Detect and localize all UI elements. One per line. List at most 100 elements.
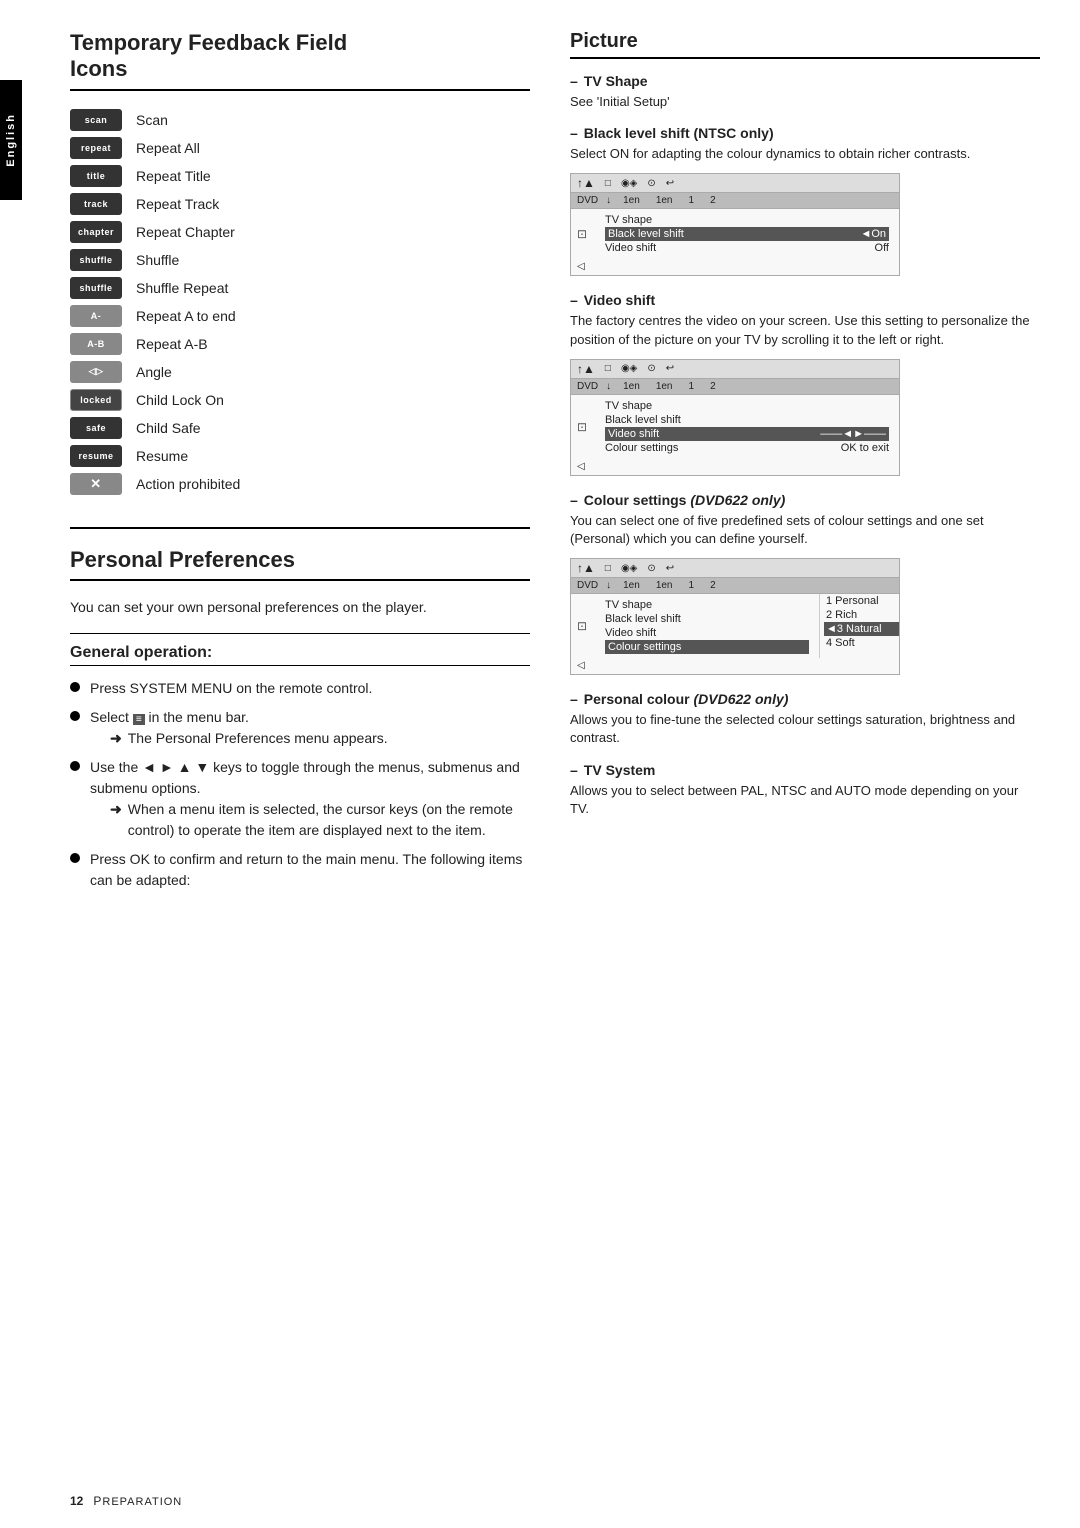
list-item: shuffle Shuffle (70, 249, 530, 271)
arrow-indent: ➜ The Personal Preferences menu appears. (110, 728, 530, 749)
video-shift-text: The factory centres the video on your sc… (570, 312, 1040, 348)
tv-menu-subheader: DVD ↓ 1en 1en 1 2 (571, 379, 899, 395)
tv-menu-item-row: TV shape (605, 213, 889, 227)
bullet-text: Press OK to confirm and return to the ma… (90, 849, 530, 891)
tv-menu-option-row: 1 Personal (824, 594, 899, 608)
bullet-text: Press SYSTEM MENU on the remote control. (90, 678, 530, 699)
sidebar-english-label: English (0, 80, 22, 200)
safe-icon-badge: safe (70, 417, 122, 439)
tv-shape-item: –TV Shape See 'Initial Setup' (570, 73, 1040, 111)
list-item: A- Repeat A to end (70, 305, 530, 327)
shuffle-label: Shuffle (136, 252, 179, 268)
icon-list: scan Scan repeat Repeat All title Repeat… (70, 109, 530, 495)
list-item: repeat Repeat All (70, 137, 530, 159)
tv-menu-row: ⊡ TV shape Black level shift Video shift… (571, 395, 899, 459)
tv-menu-option-row: 2 Rich (824, 608, 899, 622)
repeat-icon-badge: repeat (70, 137, 122, 159)
bullet-item: Use the ◄ ► ▲ ▼ keys to toggle through t… (70, 757, 530, 841)
prohibited-icon-badge: ✕ (70, 473, 122, 495)
list-item: A-B Repeat A-B (70, 333, 530, 355)
tv-menu-footer: ◁ (571, 259, 899, 275)
tv-shape-text: See 'Initial Setup' (570, 93, 1040, 111)
list-item: title Repeat Title (70, 165, 530, 187)
tv-menu-item-row: TV shape (605, 598, 809, 612)
tv-system-heading: –TV System (570, 762, 1040, 778)
tv-menu-item-row-highlighted: Video shift——◄►—— (605, 427, 889, 441)
section-divider (70, 527, 530, 529)
personal-preferences-section: Personal Preferences You can set your ow… (70, 527, 530, 891)
bullet-item: Press SYSTEM MENU on the remote control. (70, 678, 530, 699)
tv-system-item: –TV System Allows you to select between … (570, 762, 1040, 818)
scan-label: Scan (136, 112, 168, 128)
child-safe-label: Child Safe (136, 420, 201, 436)
angle-label: Angle (136, 364, 172, 380)
tv-menu-item-row: Video shift (605, 626, 809, 640)
general-operation-heading: General operation: (70, 644, 530, 666)
list-item: shuffle Shuffle Repeat (70, 277, 530, 299)
tv-menu-item-row: Black level shift (605, 612, 809, 626)
bullet-text: Select ≡ in the menu bar. ➜ The Personal… (90, 707, 530, 749)
bullet-dot (70, 682, 80, 692)
tv-menu-item-row: Black level shift (605, 413, 889, 427)
repeat-all-label: Repeat All (136, 140, 200, 156)
bullet-dot (70, 711, 80, 721)
picture-section: Picture –TV Shape See 'Initial Setup' –B… (570, 30, 1040, 818)
tv-menu-footer: ◁ (571, 459, 899, 475)
section-title-feedback: Temporary Feedback Field Icons (70, 30, 530, 91)
scan-icon-badge: scan (70, 109, 122, 131)
bullet-dot (70, 853, 80, 863)
tv-menu-option-selected: ◄3 Natural (824, 622, 899, 636)
bullet-item: Select ≡ in the menu bar. ➜ The Personal… (70, 707, 530, 749)
repeat-title-label: Repeat Title (136, 168, 211, 184)
repeat-chapter-label: Repeat Chapter (136, 224, 235, 240)
locked-icon-badge: locked (70, 389, 122, 411)
repeat-ab-label: Repeat A-B (136, 336, 208, 352)
footer: 12 PREPARATION (30, 1494, 1080, 1508)
tv-menu-row: ⊡ TV shape Black level shift◄On Video sh… (571, 209, 899, 259)
list-item: scan Scan (70, 109, 530, 131)
tv-menu-box-2: ↑▲ □ ◉◈ ⊙ ↩ DVD ↓ 1en 1en 1 2 (570, 359, 900, 476)
action-prohibited-label: Action prohibited (136, 476, 240, 492)
personal-colour-heading: –Personal colour (DVD622 only) (570, 691, 1040, 707)
page-number: 12 (70, 1494, 83, 1508)
tv-menu-item-row-highlighted: Black level shift◄On (605, 227, 889, 241)
personal-colour-item: –Personal colour (DVD622 only) Allows yo… (570, 691, 1040, 747)
shuffle-icon-badge: shuffle (70, 249, 122, 271)
bullet-text: Use the ◄ ► ▲ ▼ keys to toggle through t… (90, 757, 530, 841)
resume-label: Resume (136, 448, 188, 464)
track-icon-badge: track (70, 193, 122, 215)
tv-system-text: Allows you to select between PAL, NTSC a… (570, 782, 1040, 818)
picture-title: Picture (570, 30, 1040, 59)
repeat-a-end-label: Repeat A to end (136, 308, 236, 324)
list-item: ◁▷ Angle (70, 361, 530, 383)
tv-shape-heading: –TV Shape (570, 73, 1040, 89)
sub-divider (70, 633, 530, 634)
tv-menu-box-1: ↑▲ □ ◉◈ ⊙ ↩ DVD ↓ 1en 1en 1 2 (570, 173, 900, 276)
tv-menu-subheader: DVD ↓ 1en 1en 1 2 (571, 193, 899, 209)
left-column: Temporary Feedback Field Icons scan Scan… (70, 30, 530, 899)
video-shift-item: –Video shift The factory centres the vid… (570, 292, 1040, 475)
resume-icon-badge: resume (70, 445, 122, 467)
shuffle-repeat-label: Shuffle Repeat (136, 280, 228, 296)
list-item: resume Resume (70, 445, 530, 467)
list-item: locked Child Lock On (70, 389, 530, 411)
tv-menu-header: ↑▲ □ ◉◈ ⊙ ↩ (571, 559, 899, 578)
video-shift-heading: –Video shift (570, 292, 1040, 308)
tv-menu-option-row: 4 Soft (824, 636, 899, 650)
list-item: safe Child Safe (70, 417, 530, 439)
chapter-icon-badge: chapter (70, 221, 122, 243)
list-item: chapter Repeat Chapter (70, 221, 530, 243)
child-lock-label: Child Lock On (136, 392, 224, 408)
repeat-track-label: Repeat Track (136, 196, 219, 212)
title-icon-badge: title (70, 165, 122, 187)
tv-menu-item-row: TV shape (605, 399, 889, 413)
tv-menu-header: ↑▲ □ ◉◈ ⊙ ↩ (571, 360, 899, 379)
a-b-icon-badge: A-B (70, 333, 122, 355)
sidebar-text: English (5, 113, 17, 167)
tv-menu-box-3: ↑▲ □ ◉◈ ⊙ ↩ DVD ↓ 1en 1en 1 2 (570, 558, 900, 675)
black-level-heading: –Black level shift (NTSC only) (570, 125, 1040, 141)
bullet-dot (70, 761, 80, 771)
tv-menu-subheader: DVD ↓ 1en 1en 1 2 (571, 578, 899, 594)
tv-menu-item-row: Colour settingsOK to exit (605, 441, 889, 455)
tv-menu-options-col: 1 Personal 2 Rich ◄3 Natural 4 Soft (819, 594, 899, 658)
